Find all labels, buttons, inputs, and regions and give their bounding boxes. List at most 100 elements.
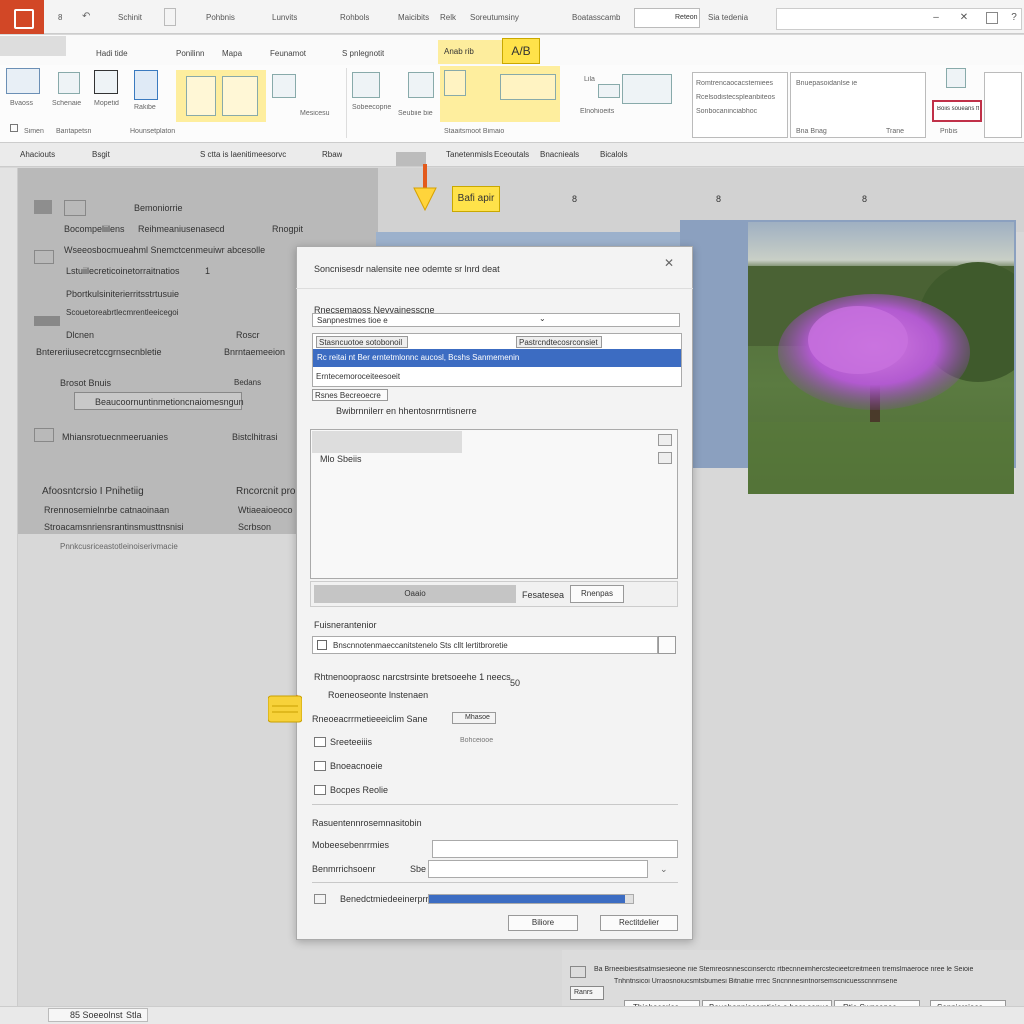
style-thumbnail-icon[interactable] <box>186 76 216 116</box>
titlebar-item[interactable]: Pohbnis <box>206 13 235 22</box>
table-style-icon[interactable] <box>272 74 296 98</box>
grid-icon[interactable] <box>58 72 80 94</box>
restore-icon[interactable] <box>986 12 998 24</box>
source-dropdown[interactable]: Sanpnestmes tioe e ⌄ <box>312 313 680 327</box>
app-icon[interactable] <box>0 0 44 34</box>
expand-icon[interactable] <box>658 434 672 446</box>
help-icon[interactable]: ? <box>1008 12 1020 24</box>
marker-icon <box>267 690 303 724</box>
titlebar-item[interactable]: Soreutumsiny <box>470 13 519 22</box>
primary-row-button[interactable]: Oaaio <box>314 585 516 603</box>
list-item[interactable]: Pastrcndtecosrconsiet <box>516 336 602 348</box>
panel-icon <box>64 200 86 216</box>
panel-icon <box>34 428 54 442</box>
formula-item[interactable]: Eceoutals <box>494 150 529 159</box>
panel-text: 1 <box>205 266 211 276</box>
panel-text: Lstuiilecreticoinetorraitnatios <box>66 266 180 276</box>
ribbon-tab[interactable]: S pnlegnotit <box>342 49 384 58</box>
pane-text: Rcelsodistecspleanbiteos <box>696 94 775 101</box>
formula-item[interactable]: Rbaw <box>322 150 342 159</box>
formula-item[interactable]: Bicalols <box>600 150 628 159</box>
ok-button[interactable]: Biliore <box>508 915 578 931</box>
text-input[interactable] <box>432 840 678 858</box>
titlebar-item[interactable]: Maicibits <box>398 13 429 22</box>
list-item[interactable]: Stasncuotoe sotobonoil <box>316 336 408 348</box>
ribbon-tab[interactable]: Feunamot <box>270 49 306 58</box>
ribbon-label: Lila <box>584 76 595 83</box>
panel-text: Bntereriiusecretccgrnsecnbletie <box>36 347 162 357</box>
file-tab[interactable] <box>0 36 66 56</box>
ribbon-label: Rakibe <box>134 104 156 111</box>
ribbon-tab[interactable]: Ponilinn <box>176 49 204 58</box>
option-field[interactable]: Mhasoe <box>452 712 496 724</box>
slider-fill <box>429 895 625 903</box>
close-icon[interactable]: ✕ <box>664 256 674 270</box>
list-item[interactable]: Erntecemoroceiteesoeit <box>316 372 400 381</box>
titlebar-item[interactable]: Lunvits <box>272 13 297 22</box>
titlebar-item[interactable]: Relk <box>440 13 456 22</box>
insert-icon[interactable] <box>946 68 966 88</box>
option-value: 50 <box>510 678 521 688</box>
layout-icon[interactable] <box>94 70 118 94</box>
gallery-icon[interactable] <box>500 74 556 100</box>
field-label: Benmrrichsoenr <box>312 864 376 874</box>
checkbox-label: Sreeteeiiis <box>330 737 373 747</box>
panel-text: Mhiansrotuecnmeeruanies <box>62 432 169 442</box>
ribbon-label: Mopetid <box>94 100 119 107</box>
tree-photo[interactable] <box>748 222 1014 494</box>
checkbox[interactable] <box>314 761 326 771</box>
list-icon[interactable] <box>408 72 434 98</box>
checkbox-label: Bnoeacnoeie <box>330 761 383 771</box>
close-icon[interactable]: ✕ <box>958 12 970 24</box>
search-input[interactable]: Reteon <box>634 8 700 28</box>
chart-icon[interactable] <box>352 72 380 98</box>
highlighted-ribbon-tab[interactable]: Anab rib <box>438 40 502 64</box>
titlebar-item[interactable]: Rohbols <box>340 13 369 22</box>
formula-item[interactable]: Bsgit <box>92 150 110 159</box>
formula-item[interactable]: Tanetenmisls <box>446 150 493 159</box>
slider-track[interactable] <box>428 894 634 904</box>
status-text: 85 Soeeolnst <box>70 1010 123 1020</box>
minimize-icon[interactable]: – <box>930 12 942 24</box>
ribbon-label: Pnbis <box>940 128 958 135</box>
row-button[interactable]: Rnenpas <box>570 585 624 603</box>
ribbon-tab[interactable]: Hadi tide <box>96 49 128 58</box>
preview-header <box>312 431 462 453</box>
browse-icon[interactable] <box>658 636 676 654</box>
small-button[interactable]: Rsnes Becreoecre <box>312 389 388 401</box>
red-outlined-button[interactable]: Boiis soueans ftiel <box>932 100 982 122</box>
panel-field[interactable]: Beaucoornuntinmetioncnaiomesngun <box>74 392 244 410</box>
text-input[interactable] <box>428 860 648 878</box>
ribbon-label: Schenaie <box>52 100 82 107</box>
list-item-selected[interactable]: Rc reitai nt Ber erntetmlonnc aucosl, Bc… <box>313 349 681 367</box>
checkbox[interactable] <box>314 737 326 747</box>
panel-text: Bedans <box>234 378 262 387</box>
small-table-icon[interactable] <box>598 84 620 98</box>
path-input[interactable]: Bnscnnotenmaeccanitstenelo Sts cllt lert… <box>312 636 658 654</box>
titlebar-item[interactable]: Schinit <box>118 13 142 22</box>
ribbon-group-label: Staaitsmoot Bimaio <box>444 128 505 135</box>
chevron-down-icon[interactable]: ⌄ <box>660 864 668 875</box>
pane-text: Bnuepasoidanlse ie <box>796 80 858 87</box>
style-thumbnail-icon[interactable] <box>222 76 258 116</box>
panel-text: Bocompeliilens <box>64 224 125 234</box>
checkbox-icon[interactable] <box>10 124 18 132</box>
formula-item[interactable]: Bnacnieals <box>540 150 579 159</box>
undo-icon[interactable]: ↶ <box>82 11 94 23</box>
row-button[interactable]: Fesatesea <box>522 590 564 600</box>
cancel-button[interactable]: Rectitdelier <box>600 915 678 931</box>
formula-item[interactable]: Ahaciouts <box>20 150 55 159</box>
image-icon[interactable] <box>658 452 672 464</box>
titlebar-item[interactable]: 8 <box>58 13 62 22</box>
option-text: Rneoeacrrmetieeeiclim Sane <box>312 714 428 724</box>
document-icon[interactable] <box>134 70 158 100</box>
picture-icon[interactable] <box>444 70 466 96</box>
table-icon[interactable] <box>6 68 40 94</box>
titlebar-item[interactable]: Boatasscamb <box>572 13 620 22</box>
chip[interactable]: Ranrs <box>570 986 604 1000</box>
formula-item[interactable]: S ctta is laenitimeesorvc <box>200 150 286 159</box>
multi-table-icon[interactable] <box>622 74 672 104</box>
dialog-divider <box>312 804 678 805</box>
checkbox[interactable] <box>314 785 326 795</box>
ribbon-tab[interactable]: Mapa <box>222 49 242 58</box>
